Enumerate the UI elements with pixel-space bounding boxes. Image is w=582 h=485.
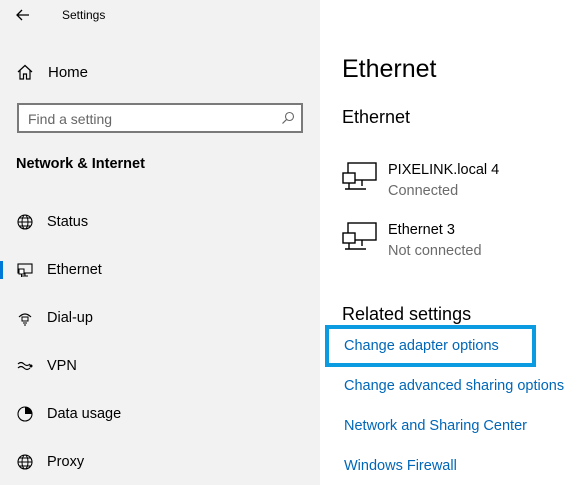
search-input[interactable]: Find a setting	[28, 111, 112, 127]
sidebar-item-status[interactable]: Status	[0, 207, 320, 237]
sidebar-item-label: VPN	[47, 358, 77, 374]
sidebar: Settings Home Find a setting Network & I…	[0, 0, 320, 485]
ethernet-adapter-icon	[342, 222, 377, 250]
network-name: PIXELINK.local 4	[388, 162, 500, 178]
dialup-icon	[18, 313, 32, 326]
windows-firewall-link[interactable]: Windows Firewall	[344, 458, 457, 474]
sidebar-item-proxy[interactable]: Proxy	[0, 447, 320, 477]
related-settings-title: Related settings	[342, 304, 472, 324]
network-item[interactable]: Ethernet 3 Not connected	[342, 222, 582, 266]
network-name: Ethernet 3	[388, 222, 455, 238]
sidebar-item-label: Proxy	[47, 454, 85, 470]
sidebar-item-label: Data usage	[47, 406, 122, 422]
sidebar-item-data-usage[interactable]: Data usage	[0, 399, 320, 429]
data-usage-icon	[17, 406, 33, 422]
change-advanced-sharing-options-link[interactable]: Change advanced sharing options	[344, 378, 564, 394]
ethernet-adapter-icon	[342, 162, 377, 190]
main-content: Ethernet Ethernet PIXELINK.local 4 Conne…	[320, 0, 582, 485]
network-status: Not connected	[388, 243, 482, 259]
network-status: Connected	[388, 183, 459, 199]
home-icon	[17, 64, 33, 80]
search-box[interactable]: Find a setting	[17, 103, 303, 133]
vpn-icon	[17, 361, 33, 371]
sidebar-item-dial-up[interactable]: Dial-up	[0, 303, 320, 333]
app-title: Settings	[62, 8, 106, 22]
sidebar-item-ethernet[interactable]: Ethernet	[0, 255, 320, 285]
network-and-sharing-center-link[interactable]: Network and Sharing Center	[344, 418, 527, 434]
page-title: Ethernet	[342, 55, 437, 83]
ethernet-icon	[17, 263, 33, 277]
search-icon[interactable]	[281, 111, 295, 125]
home-label: Home	[48, 63, 89, 81]
back-arrow-icon[interactable]	[12, 4, 34, 26]
globe-icon	[17, 214, 33, 230]
sidebar-item-label: Status	[47, 214, 89, 230]
title-bar: Settings	[0, 0, 320, 30]
sidebar-item-label: Dial-up	[47, 310, 93, 326]
section-title: Network & Internet	[16, 156, 145, 172]
ethernet-section-title: Ethernet	[342, 107, 411, 127]
change-adapter-options-link[interactable]: Change adapter options	[344, 338, 499, 354]
network-item[interactable]: PIXELINK.local 4 Connected	[342, 162, 582, 206]
sidebar-item-label: Ethernet	[47, 262, 102, 278]
globe-icon	[17, 454, 33, 470]
home-nav-item[interactable]: Home	[16, 62, 88, 82]
sidebar-item-vpn[interactable]: VPN	[0, 351, 320, 381]
